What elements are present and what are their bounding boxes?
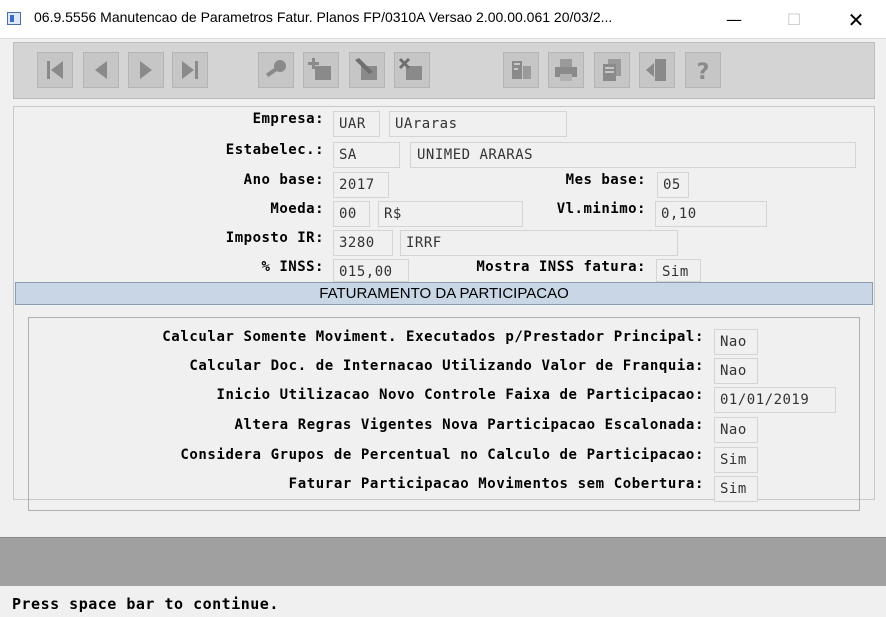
last-record-icon (182, 61, 198, 79)
search-button[interactable] (258, 52, 294, 88)
altera-regras-label: Altera Regras Vigentes Nova Participacao… (234, 417, 704, 433)
first-record-icon (47, 61, 63, 79)
next-record-button[interactable] (128, 52, 164, 88)
next-record-icon (140, 61, 152, 79)
filter-button[interactable] (503, 52, 539, 88)
edit-record-icon (355, 58, 377, 80)
add-record-icon (308, 58, 331, 80)
status-message: Press space bar to continue. (12, 595, 279, 613)
inss-label: % INSS: (261, 259, 324, 275)
print-icon (555, 59, 577, 81)
svg-text:?: ? (697, 60, 710, 84)
estabelec-label: Estabelec.: (225, 142, 324, 158)
filter-icon (512, 61, 531, 79)
inicio-utilizacao-field[interactable]: 01/01/2019 (714, 387, 836, 413)
mes-base-label: Mes base: (565, 172, 646, 188)
delete-record-icon (398, 57, 422, 80)
faturar-participacao-label: Faturar Participacao Movimentos sem Cobe… (288, 476, 704, 492)
first-record-button[interactable] (37, 52, 73, 88)
calcular-doc-label: Calcular Doc. de Internacao Utilizando V… (189, 358, 704, 374)
copy-button[interactable] (594, 52, 630, 88)
moeda-code-field[interactable]: 00 (333, 201, 370, 227)
section-header: FATURAMENTO DA PARTICIPACAO (15, 282, 873, 305)
copy-icon (603, 59, 621, 81)
print-button[interactable] (548, 52, 584, 88)
delete-button[interactable] (394, 52, 430, 88)
considera-grupos-label: Considera Grupos de Percentual no Calcul… (180, 447, 704, 463)
mes-base-field[interactable]: 05 (657, 172, 689, 198)
mostra-inss-label: Mostra INSS fatura: (476, 259, 646, 275)
edit-button[interactable] (349, 52, 385, 88)
status-area (0, 537, 886, 586)
last-record-button[interactable] (172, 52, 208, 88)
ano-base-field[interactable]: 2017 (333, 172, 389, 198)
close-button[interactable]: ✕ (833, 6, 879, 34)
empresa-label: Empresa: (252, 111, 324, 127)
previous-record-button[interactable] (83, 52, 119, 88)
estabelec-code-field[interactable]: SA (333, 142, 400, 168)
inss-field[interactable]: 015,00 (333, 259, 409, 282)
search-key-icon (265, 60, 286, 78)
previous-record-icon (95, 61, 107, 79)
help-button[interactable]: ? (685, 52, 721, 88)
inicio-utilizacao-label: Inicio Utilizacao Novo Controle Faixa de… (216, 387, 704, 403)
ano-base-label: Ano base: (243, 172, 324, 188)
minimize-button[interactable]: — (711, 6, 757, 34)
exit-icon (646, 59, 666, 81)
imposto-ir-code-field[interactable]: 3280 (333, 230, 393, 256)
imposto-ir-name-field[interactable]: IRRF (400, 230, 678, 256)
title-bar: 06.9.5556 Manutencao de Parametros Fatur… (0, 0, 886, 39)
imposto-ir-label: Imposto IR: (225, 230, 324, 246)
exit-button[interactable] (639, 52, 675, 88)
help-icon: ? (697, 60, 710, 84)
faturar-participacao-field[interactable]: Sim (714, 476, 758, 502)
empresa-name-field[interactable]: UAraras (389, 111, 567, 137)
window-title: 06.9.5556 Manutencao de Parametros Fatur… (34, 9, 613, 25)
vl-minimo-label: Vl.minimo: (556, 201, 646, 217)
add-button[interactable] (303, 52, 339, 88)
app-icon (7, 12, 21, 25)
maximize-button[interactable]: ☐ (771, 6, 817, 34)
mostra-inss-field[interactable]: Sim (656, 259, 701, 282)
considera-grupos-field[interactable]: Sim (714, 447, 758, 473)
vl-minimo-field[interactable]: 0,10 (655, 201, 767, 227)
calcular-somente-label: Calcular Somente Moviment. Executados p/… (162, 329, 704, 345)
calcular-somente-field[interactable]: Nao (714, 329, 758, 355)
empresa-code-field[interactable]: UAR (333, 111, 380, 137)
moeda-label: Moeda: (270, 201, 324, 217)
calcular-doc-field[interactable]: Nao (714, 358, 758, 384)
altera-regras-field[interactable]: Nao (714, 417, 758, 443)
estabelec-name-field[interactable]: UNIMED ARARAS (410, 142, 856, 168)
